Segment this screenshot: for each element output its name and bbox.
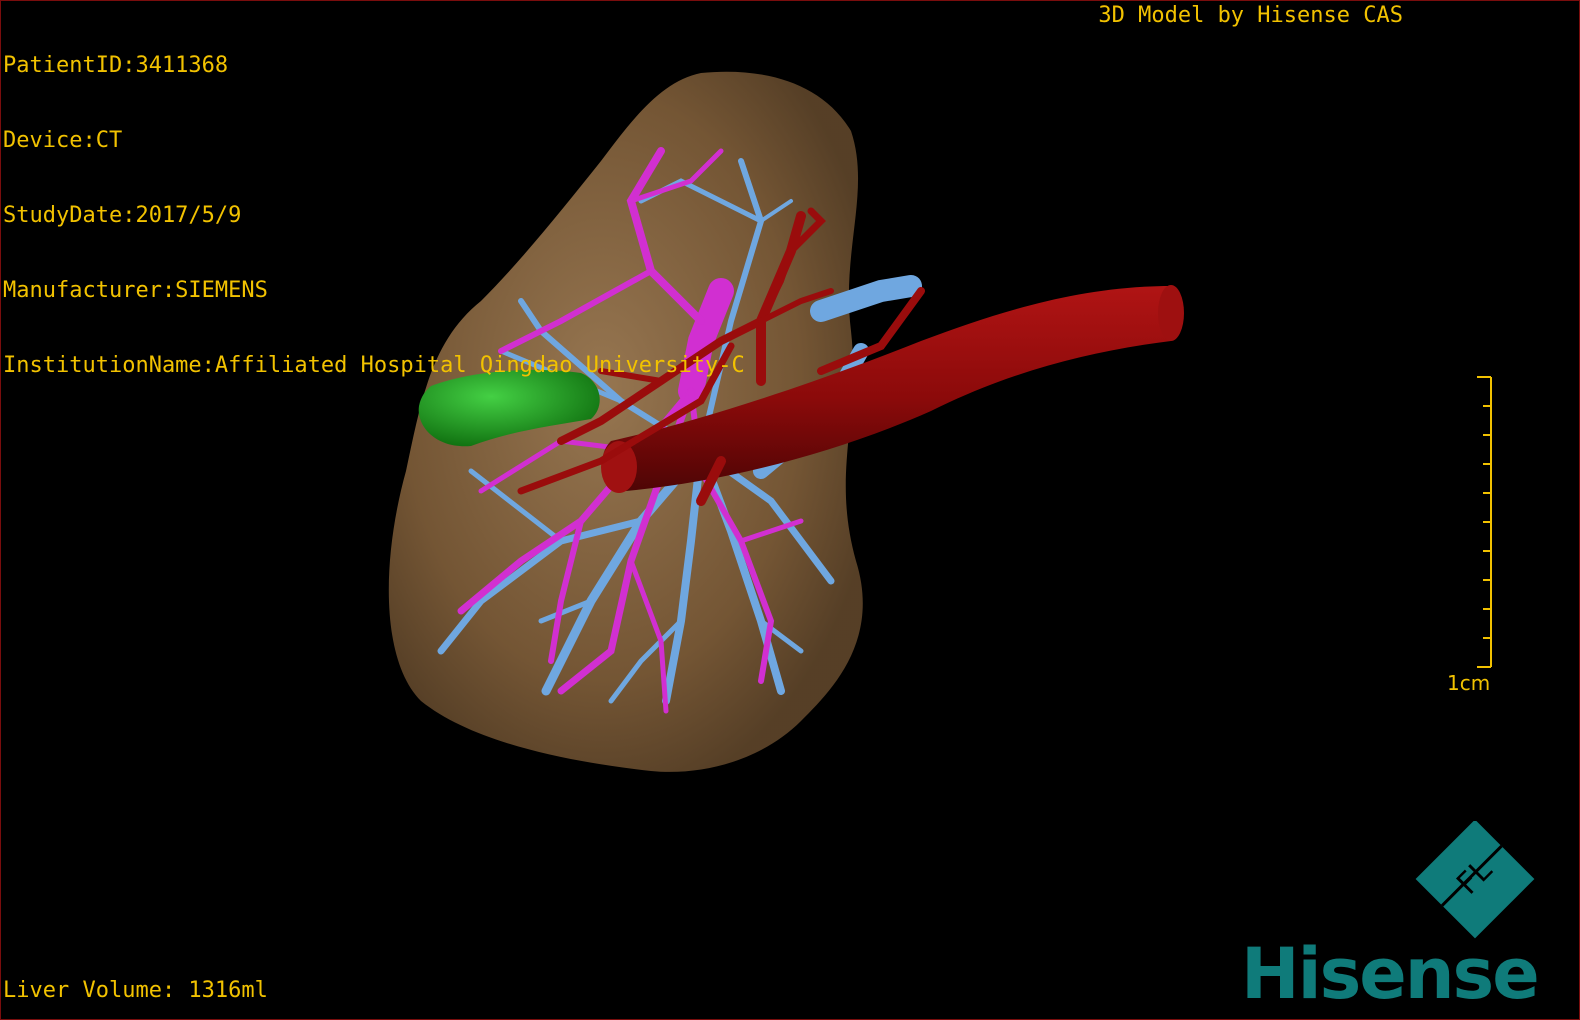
3d-viewport[interactable]: PatientID:3411368 Device:CT StudyDate:20… <box>0 0 1580 1020</box>
study-date: StudyDate:2017/5/9 <box>3 203 242 228</box>
scale-bar <box>1477 376 1492 668</box>
hisense-wordmark: Hisense <box>1241 933 1540 1015</box>
liver-volume: Liver Volume: 1316ml <box>3 978 268 1003</box>
institution-name: InstitutionName:Affiliated Hospital Qing… <box>3 353 745 378</box>
scale-bar-label: 1cm <box>1447 671 1491 695</box>
dicom-info-panel: PatientID:3411368 Device:CT StudyDate:20… <box>3 3 745 428</box>
model-title: 3D Model by Hisense CAS <box>1098 3 1403 28</box>
manufacturer: Manufacturer:SIEMENS <box>3 278 268 303</box>
patient-id: PatientID:3411368 <box>3 53 229 78</box>
device: Device:CT <box>3 128 123 153</box>
